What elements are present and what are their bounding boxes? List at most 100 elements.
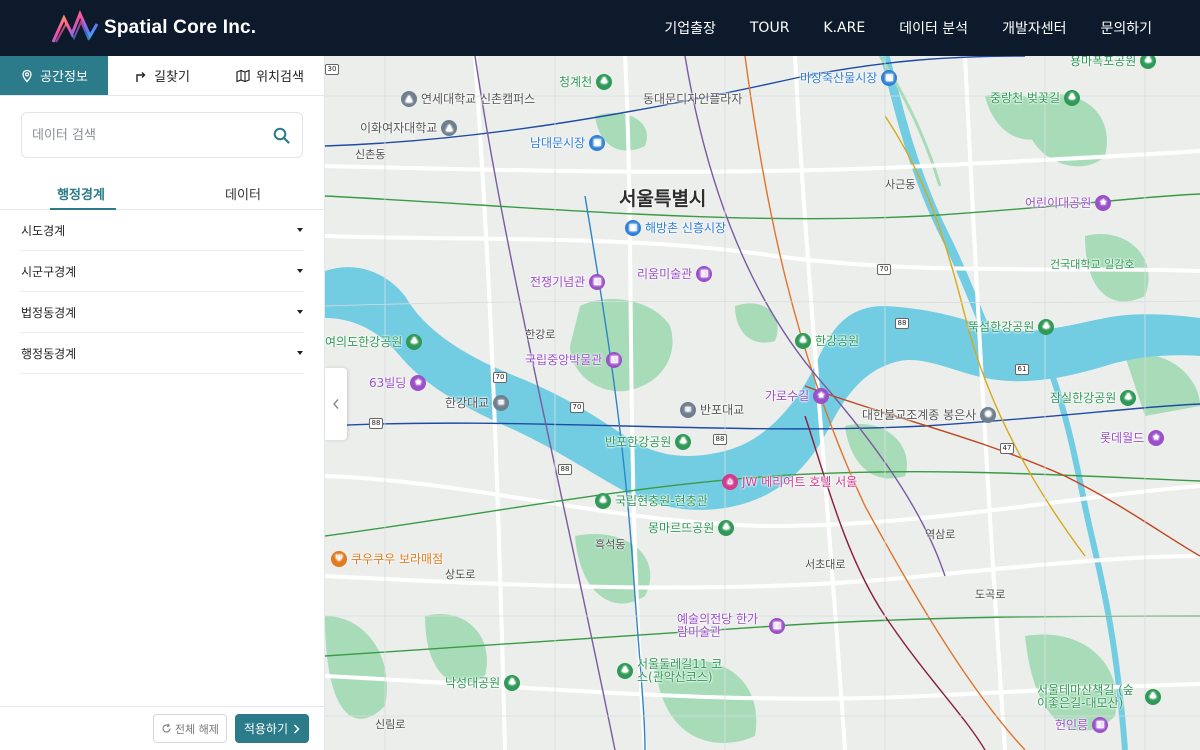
- road-shield: 70: [570, 402, 584, 413]
- poi-label: 한강공원: [815, 334, 860, 348]
- layer-item-sigungu[interactable]: 시군구경계: [20, 251, 304, 292]
- poi-childrens-grand-park[interactable]: 어린이대공원 ★: [1025, 194, 1112, 211]
- tree-icon: ♣: [596, 73, 613, 90]
- poi-ttukseom-park[interactable]: 뚝섬한강공원 ♣: [968, 318, 1055, 335]
- layer-item-legal-dong[interactable]: 법정동경계: [20, 292, 304, 333]
- tree-icon: ♣: [718, 519, 735, 536]
- poi-jw-marriott[interactable]: ⌂ JW 메리어트 호텔 서울: [722, 473, 857, 490]
- nav-item-contact[interactable]: 문의하기: [1100, 18, 1152, 38]
- chevron-right-icon: [293, 723, 300, 734]
- school-icon: ▲: [401, 90, 417, 107]
- poi-hangang-park[interactable]: ♣ 한강공원: [795, 332, 859, 349]
- poi-kuukuu-boramae[interactable]: Ψ 쿠우쿠우 보라매점: [331, 550, 443, 567]
- poi-banpo-park[interactable]: 반포한강공원 ♣: [605, 433, 692, 450]
- poi-montmartre-park[interactable]: 몽마르뜨공원 ♣: [648, 519, 735, 536]
- nav-item-kare[interactable]: K.ARE: [823, 20, 865, 36]
- district-label: 상도로: [445, 568, 476, 581]
- nav-item-tour[interactable]: TOUR: [750, 20, 790, 36]
- layer-item-admin-dong[interactable]: 행정동경계: [20, 333, 304, 374]
- reset-all-button[interactable]: 전체 해제: [152, 714, 227, 743]
- subtab-admin-boundary[interactable]: 행정경계: [0, 176, 162, 210]
- apply-label: 적용하기: [243, 722, 288, 736]
- poi-yonsei-university[interactable]: ▲ 연세대학교 신촌캠퍼스: [401, 90, 535, 107]
- tab-spatial-info[interactable]: 공간정보: [0, 56, 108, 95]
- boundary-subtabs: 행정경계 데이터: [0, 176, 324, 210]
- poi-heoninneung[interactable]: 헌인릉 ▥: [1055, 716, 1109, 733]
- museum-icon: ▥: [696, 265, 713, 282]
- poi-yeouido-park[interactable]: 여의도한강공원 ♣: [325, 333, 423, 350]
- poi-ddp[interactable]: 동대문디자인플라자: [643, 90, 742, 107]
- poi-cheonggyecheon[interactable]: 청계천 ♣: [559, 73, 613, 90]
- panel-collapse-handle[interactable]: [325, 368, 347, 440]
- museum-icon: ▥: [769, 618, 785, 634]
- road-shield: 88: [558, 464, 572, 475]
- poi-jamsil-park[interactable]: 잠실한강공원 ♣: [1050, 389, 1137, 406]
- poi-label: 건국대학교 일감호: [1050, 258, 1135, 271]
- tab-directions[interactable]: 길찾기: [108, 56, 216, 95]
- poi-war-memorial[interactable]: 전쟁기념관 ▥: [530, 273, 606, 290]
- poi-bongeunsa[interactable]: 대한불교조계종 봉은사 ✺: [862, 406, 997, 423]
- nav-item-business-trip[interactable]: 기업출장: [664, 18, 716, 38]
- road-shield: 47: [1000, 443, 1014, 454]
- poi-seoul-arts-center[interactable]: 예술의전당 한가람미술관 ▥: [677, 613, 785, 639]
- poi-label: 반포대교: [700, 403, 745, 417]
- cart-icon: ▣: [625, 219, 641, 236]
- data-search-input[interactable]: [32, 127, 270, 143]
- poi-seoul-theme-trail[interactable]: 서울테마산책길 (숲이좋은길-대모산) ♣: [1037, 684, 1161, 710]
- poi-label: 롯데월드: [1100, 431, 1145, 445]
- cart-icon: ▣: [881, 69, 898, 86]
- reset-label: 전체 해제: [174, 722, 219, 736]
- tab-location-search[interactable]: 위치검색: [216, 56, 324, 95]
- tree-icon: ♣: [504, 674, 521, 691]
- poi-lotte-world[interactable]: 롯데월드 ★: [1100, 429, 1165, 446]
- poi-jungnangcheon-cherry[interactable]: 중랑천 벚꽃길 ♣: [990, 89, 1081, 106]
- poi-ewha-university[interactable]: 이화여자대학교 ▲: [360, 119, 458, 136]
- poi-label: 국립현충원-현충관: [615, 494, 708, 508]
- poi-label: 뚝섬한강공원: [968, 320, 1035, 334]
- poi-national-cemetery[interactable]: ♣ 국립현충원-현충관: [595, 492, 708, 509]
- district-label: 사근동: [885, 178, 916, 191]
- tree-icon: ♣: [1120, 389, 1137, 406]
- brand-logo[interactable]: Spatial Core Inc.: [50, 10, 256, 46]
- search-icon[interactable]: [270, 124, 292, 146]
- poi-label: 남대문시장: [530, 136, 586, 150]
- left-panel: 공간정보 길찾기 위치검색 행정경계 데이터 시도경계 시군구경계 법정동경계: [0, 56, 325, 750]
- nav-item-developer-center[interactable]: 개발자센터: [1002, 18, 1066, 38]
- poi-seoul-dulle-gil[interactable]: ♣ 서울둘레길11 코스(관악산코스): [617, 658, 727, 684]
- data-search-box: [21, 112, 303, 158]
- star-icon: ★: [1148, 429, 1165, 446]
- poi-majang-market[interactable]: 마장축산물시장 ▣: [800, 69, 898, 86]
- restaurant-icon: Ψ: [331, 550, 347, 567]
- district-label: 서초대로: [805, 558, 846, 571]
- layer-label: 행정동경계: [21, 346, 77, 361]
- road-shield: 88: [369, 418, 383, 429]
- poi-garosu-gil[interactable]: 가로수길 ★: [765, 387, 830, 404]
- poi-national-museum[interactable]: 국립중앙박물관 ▥: [525, 351, 623, 368]
- tree-icon: ♣: [595, 492, 611, 509]
- panel-footer: 전체 해제 적용하기: [0, 706, 324, 750]
- apply-button[interactable]: 적용하기: [234, 714, 309, 743]
- tree-icon: ♣: [1140, 56, 1157, 69]
- poi-konkuk-ilgamho: 건국대학교 일감호: [1050, 256, 1134, 272]
- poi-banpo-bridge: ≡ 반포대교: [680, 401, 744, 418]
- map-canvas[interactable]: 서울특별시 신촌동 한강로 사근동 흑석동 서초대로 상도로 역삼로 도곡로 신…: [325, 56, 1200, 750]
- road-shield: 30: [325, 64, 339, 75]
- layer-item-sido[interactable]: 시도경계: [20, 210, 304, 251]
- hiker-icon: ♣: [1145, 689, 1161, 705]
- poi-label: 대한불교조계종 봉은사: [862, 408, 977, 422]
- tab-label: 공간정보: [40, 70, 88, 85]
- poi-63-building[interactable]: 63빌딩 ★: [369, 374, 427, 391]
- road-shield: 70: [493, 372, 507, 383]
- poi-nakseongdae-park[interactable]: 낙성대공원 ♣: [445, 674, 521, 691]
- poi-leeum-museum[interactable]: 리움미술관 ▥: [637, 265, 713, 282]
- poi-label: 한강대교: [445, 396, 490, 410]
- poi-namdaemun-market[interactable]: 남대문시장 ▣: [530, 134, 606, 151]
- poi-label: 용마폭포공원: [1070, 56, 1137, 68]
- top-header: Spatial Core Inc. 기업출장 TOUR K.ARE 데이터 분석…: [0, 0, 1200, 56]
- poi-haebangchon-market[interactable]: ▣ 해방촌 신흥시장: [625, 219, 726, 236]
- nav-item-data-analysis[interactable]: 데이터 분석: [899, 18, 968, 38]
- poi-yongma-falls-park[interactable]: 용마폭포공원 ♣: [1070, 56, 1157, 69]
- hiker-icon: ♣: [617, 663, 633, 679]
- subtab-data[interactable]: 데이터: [162, 176, 324, 209]
- star-icon: ★: [1095, 194, 1112, 211]
